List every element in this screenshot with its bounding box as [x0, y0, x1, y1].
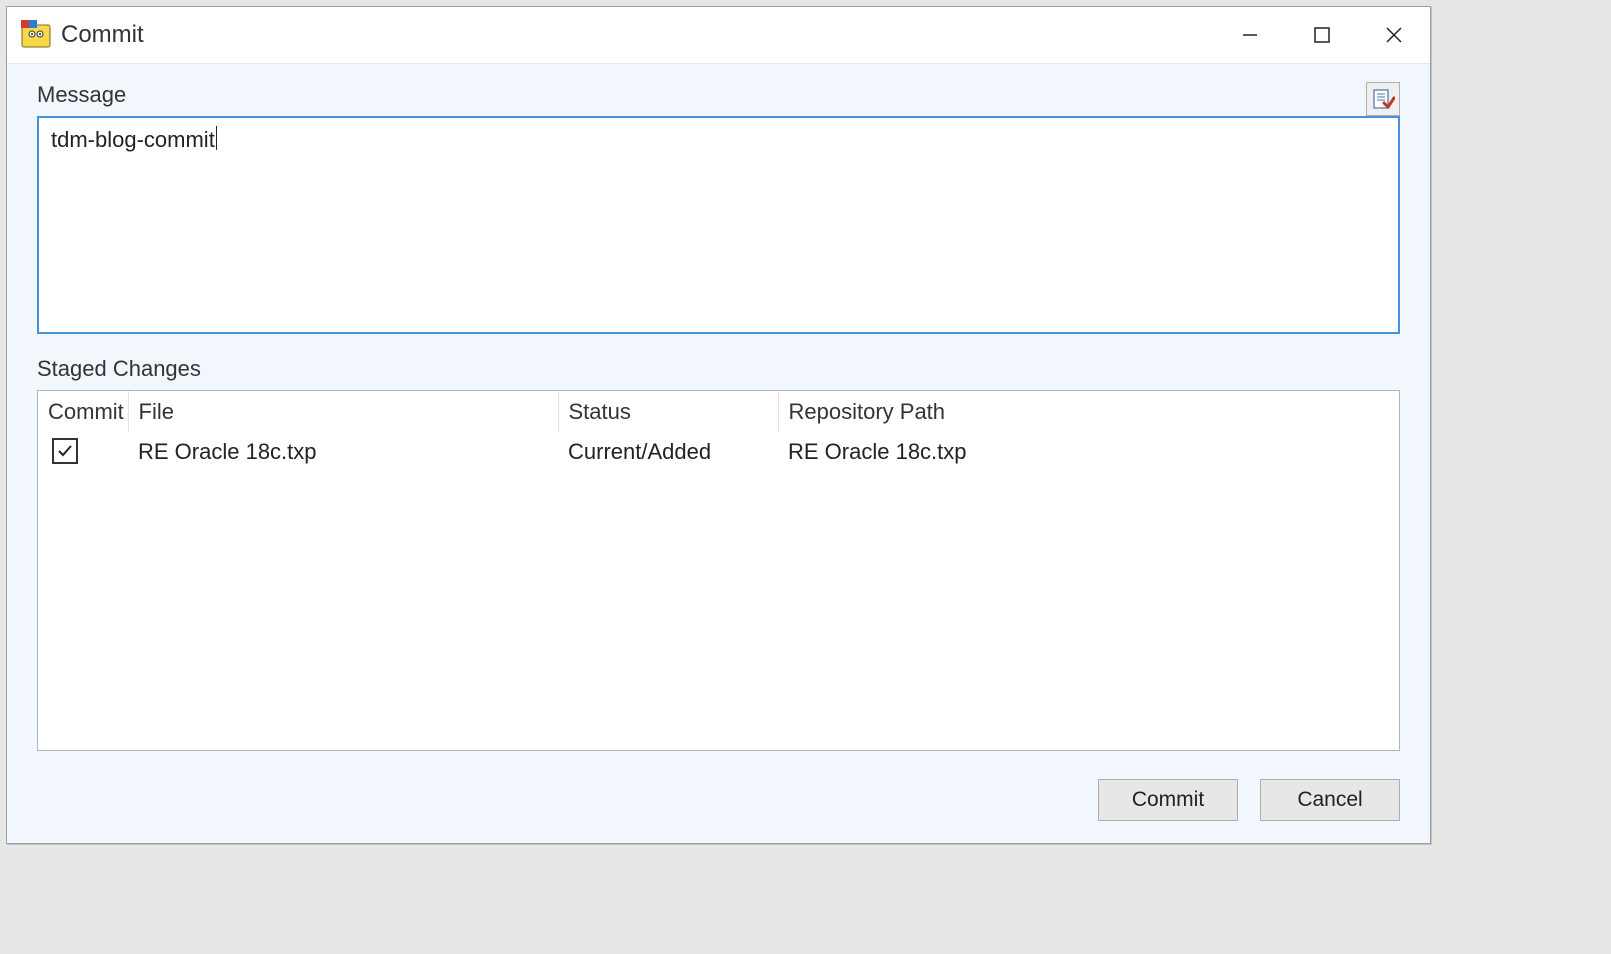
column-header-repo-path[interactable]: Repository Path	[778, 391, 1399, 432]
close-button[interactable]	[1358, 7, 1430, 63]
column-header-status[interactable]: Status	[558, 391, 778, 432]
grid-header-row: Commit File Status Repository Path	[38, 391, 1399, 432]
staged-changes-label: Staged Changes	[37, 356, 1400, 382]
minimize-button[interactable]	[1214, 7, 1286, 63]
commit-button[interactable]: Commit	[1098, 779, 1238, 821]
titlebar: Commit	[7, 7, 1430, 64]
maximize-button[interactable]	[1286, 7, 1358, 63]
staged-changes-grid[interactable]: Commit File Status Repository Path	[37, 390, 1400, 751]
window-title: Commit	[61, 21, 144, 49]
row-file: RE Oracle 18c.txp	[128, 432, 558, 473]
row-repo-path: RE Oracle 18c.txp	[778, 432, 1399, 473]
table-row[interactable]: RE Oracle 18c.txp Current/Added RE Oracl…	[38, 432, 1399, 473]
commit-message-text: tdm-blog-commit	[51, 127, 215, 152]
row-commit-checkbox[interactable]	[52, 438, 78, 464]
cancel-button[interactable]: Cancel	[1260, 779, 1400, 821]
column-header-file[interactable]: File	[128, 391, 558, 432]
message-history-button[interactable]	[1366, 82, 1400, 116]
row-status: Current/Added	[558, 432, 778, 473]
message-label: Message	[37, 82, 126, 108]
commit-message-input[interactable]: tdm-blog-commit	[37, 116, 1400, 334]
column-header-commit[interactable]: Commit	[38, 391, 128, 432]
commit-dialog: Commit Message	[6, 6, 1431, 844]
text-caret	[216, 126, 217, 150]
toad-app-icon	[21, 20, 51, 50]
